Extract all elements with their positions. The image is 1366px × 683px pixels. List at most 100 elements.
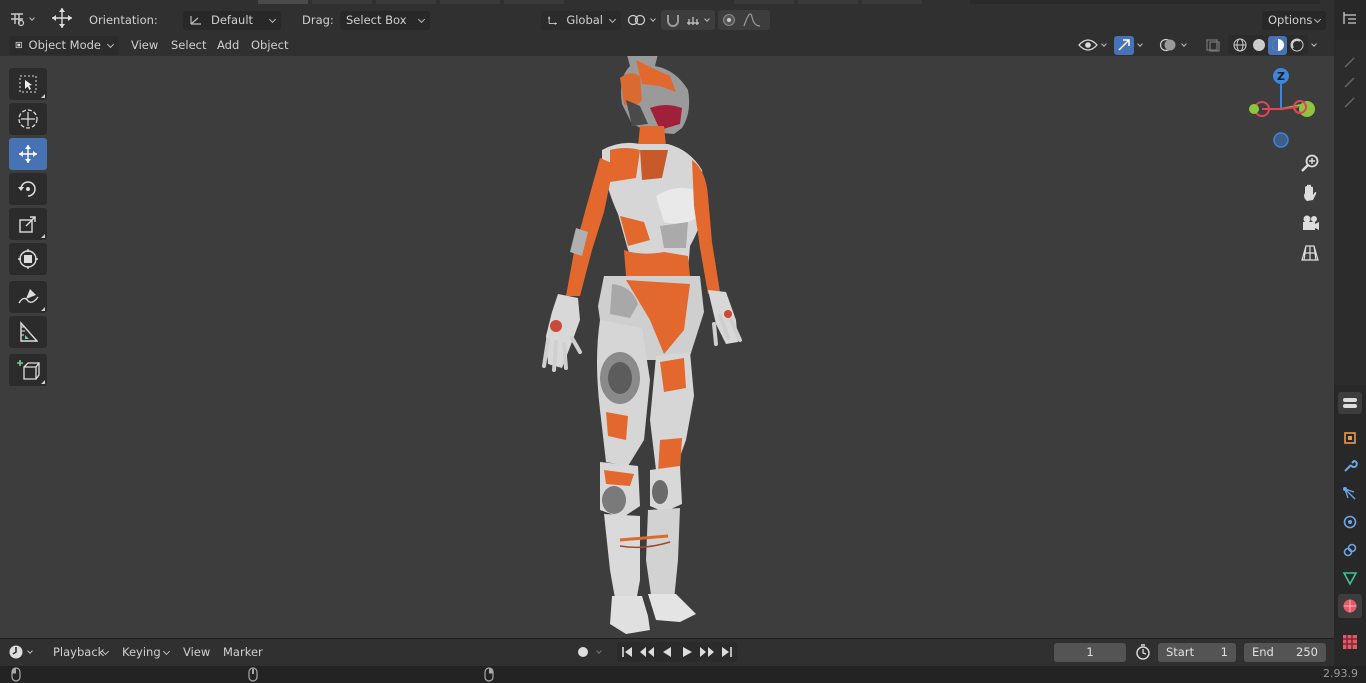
rendered-icon xyxy=(1290,38,1303,52)
snap-button[interactable] xyxy=(661,10,715,30)
object-properties-icon[interactable] xyxy=(1342,430,1358,446)
keying-menu[interactable]: Keying xyxy=(115,642,175,662)
menu-select[interactable]: Select xyxy=(171,35,206,55)
menu-add[interactable]: Add xyxy=(217,35,239,55)
shading-options-dropdown[interactable] xyxy=(1308,35,1317,55)
jump-end-button[interactable] xyxy=(717,646,737,658)
transform-orientation-dropdown[interactable]: Global xyxy=(541,10,621,30)
auto-keying-toggle[interactable] xyxy=(573,642,602,662)
end-frame-field[interactable]: End 250 xyxy=(1244,642,1326,662)
jump-start-button[interactable] xyxy=(617,646,637,658)
orientation-value: Default xyxy=(211,13,254,27)
visibility-dropdown[interactable] xyxy=(1078,35,1107,55)
playback-menu[interactable]: Playback xyxy=(46,642,114,662)
options-dropdown[interactable]: Options xyxy=(1262,10,1326,30)
play-reverse-button[interactable] xyxy=(657,646,677,658)
transform-tool[interactable] xyxy=(9,243,47,275)
rendered-shading-button[interactable] xyxy=(1287,36,1306,55)
select-box-tool[interactable] xyxy=(9,68,47,100)
object-data-icon[interactable] xyxy=(1342,570,1358,586)
pencil-icon-2[interactable] xyxy=(1342,74,1358,90)
hand-icon xyxy=(1304,184,1317,201)
start-frame-field[interactable]: Start 1 xyxy=(1158,642,1236,662)
zoom-button[interactable] xyxy=(1297,150,1323,176)
current-frame-field[interactable]: 1 xyxy=(1054,642,1126,662)
prev-keyframe-icon xyxy=(640,647,654,657)
gizmo-neg-y-axis[interactable] xyxy=(1249,104,1259,114)
gizmo-icon xyxy=(1118,39,1130,51)
editor-type-menu[interactable] xyxy=(8,9,35,29)
status-bar: 2.93.9 xyxy=(0,666,1366,683)
wrench-icon[interactable] xyxy=(1342,458,1358,474)
navigation-gizmo[interactable]: Z xyxy=(1240,64,1324,150)
3d-viewport[interactable]: Z xyxy=(0,56,1334,638)
timeline-view-menu[interactable]: View xyxy=(183,642,210,662)
tool-shelf xyxy=(9,68,49,389)
mode-value: Object Mode xyxy=(28,38,101,52)
gizmo-y-axis[interactable] xyxy=(1299,101,1315,117)
drag-dropdown[interactable]: Select Box xyxy=(340,10,430,30)
toggle-icon xyxy=(1343,398,1357,408)
playback-label: Playback xyxy=(53,645,105,659)
editor-type-icon xyxy=(11,13,25,27)
gizmo-neg-z-axis[interactable] xyxy=(1273,132,1289,148)
gizmo-z-label: Z xyxy=(1277,70,1285,83)
falloff-curve-icon xyxy=(743,13,761,27)
clock-editor-icon xyxy=(9,645,23,659)
material-icon xyxy=(1343,599,1357,613)
prev-keyframe-button[interactable] xyxy=(637,646,657,658)
physics-icon[interactable] xyxy=(1342,514,1358,530)
proportional-edit-button[interactable] xyxy=(718,10,770,30)
measure-tool[interactable] xyxy=(9,316,47,348)
constraints-icon[interactable] xyxy=(1342,542,1358,558)
xray-toggle[interactable] xyxy=(1205,35,1221,55)
material-tab[interactable] xyxy=(1338,594,1362,618)
outliner-toggle[interactable] xyxy=(1342,10,1358,29)
menu-object[interactable]: Object xyxy=(251,35,288,55)
perspective-toggle-button[interactable] xyxy=(1297,240,1323,266)
wireframe-shading-button[interactable] xyxy=(1230,36,1249,55)
pencil-icon[interactable] xyxy=(1342,54,1358,70)
preview-range-toggle[interactable] xyxy=(1134,642,1152,662)
marker-menu[interactable]: Marker xyxy=(223,642,263,662)
scale-tool[interactable] xyxy=(9,208,47,240)
pencil-icon-3[interactable] xyxy=(1342,94,1358,110)
playback-controls xyxy=(617,642,737,662)
next-keyframe-button[interactable] xyxy=(697,646,717,658)
gizmo-toggle[interactable] xyxy=(1114,35,1143,55)
camera-icon xyxy=(1303,215,1319,230)
move-tool[interactable] xyxy=(9,138,47,170)
viewport-header: Object Mode View Select Add Object xyxy=(0,34,1334,56)
texture-icon[interactable] xyxy=(1342,634,1358,650)
character-model xyxy=(542,56,742,634)
transform-pivot-button[interactable] xyxy=(50,8,74,28)
material-shading-button[interactable] xyxy=(1268,35,1287,55)
particles-icon[interactable] xyxy=(1342,486,1358,502)
menu-view[interactable]: View xyxy=(131,35,158,55)
solid-shading-button[interactable] xyxy=(1249,36,1268,55)
add-cube-tool[interactable] xyxy=(9,354,47,386)
link-icon xyxy=(627,14,646,26)
material-preview-icon xyxy=(1271,39,1284,51)
rotate-tool[interactable] xyxy=(9,173,47,205)
cursor-tool[interactable] xyxy=(9,103,47,135)
sidebar-tabs xyxy=(1334,40,1366,385)
mouse-right-icon xyxy=(484,667,494,682)
tool-settings-tab[interactable] xyxy=(1338,392,1362,414)
snap-increment-icon xyxy=(687,17,699,25)
annotate-icon xyxy=(18,289,39,304)
timeline-editor-type[interactable] xyxy=(8,642,33,662)
next-keyframe-icon xyxy=(700,647,714,657)
play-button[interactable] xyxy=(677,646,697,658)
annotate-tool[interactable] xyxy=(9,281,47,313)
jump-start-icon xyxy=(622,647,632,657)
overlays-dropdown[interactable] xyxy=(1158,35,1187,55)
pivot-point-button[interactable] xyxy=(627,10,656,30)
orientation-dropdown[interactable]: Default xyxy=(183,10,281,30)
camera-view-button[interactable] xyxy=(1297,210,1323,236)
pan-button[interactable] xyxy=(1297,180,1323,206)
scale-icon xyxy=(19,216,36,233)
mouse-middle-icon xyxy=(248,667,258,682)
rotate-icon xyxy=(18,181,36,197)
mode-dropdown[interactable]: Object Mode xyxy=(9,35,119,55)
